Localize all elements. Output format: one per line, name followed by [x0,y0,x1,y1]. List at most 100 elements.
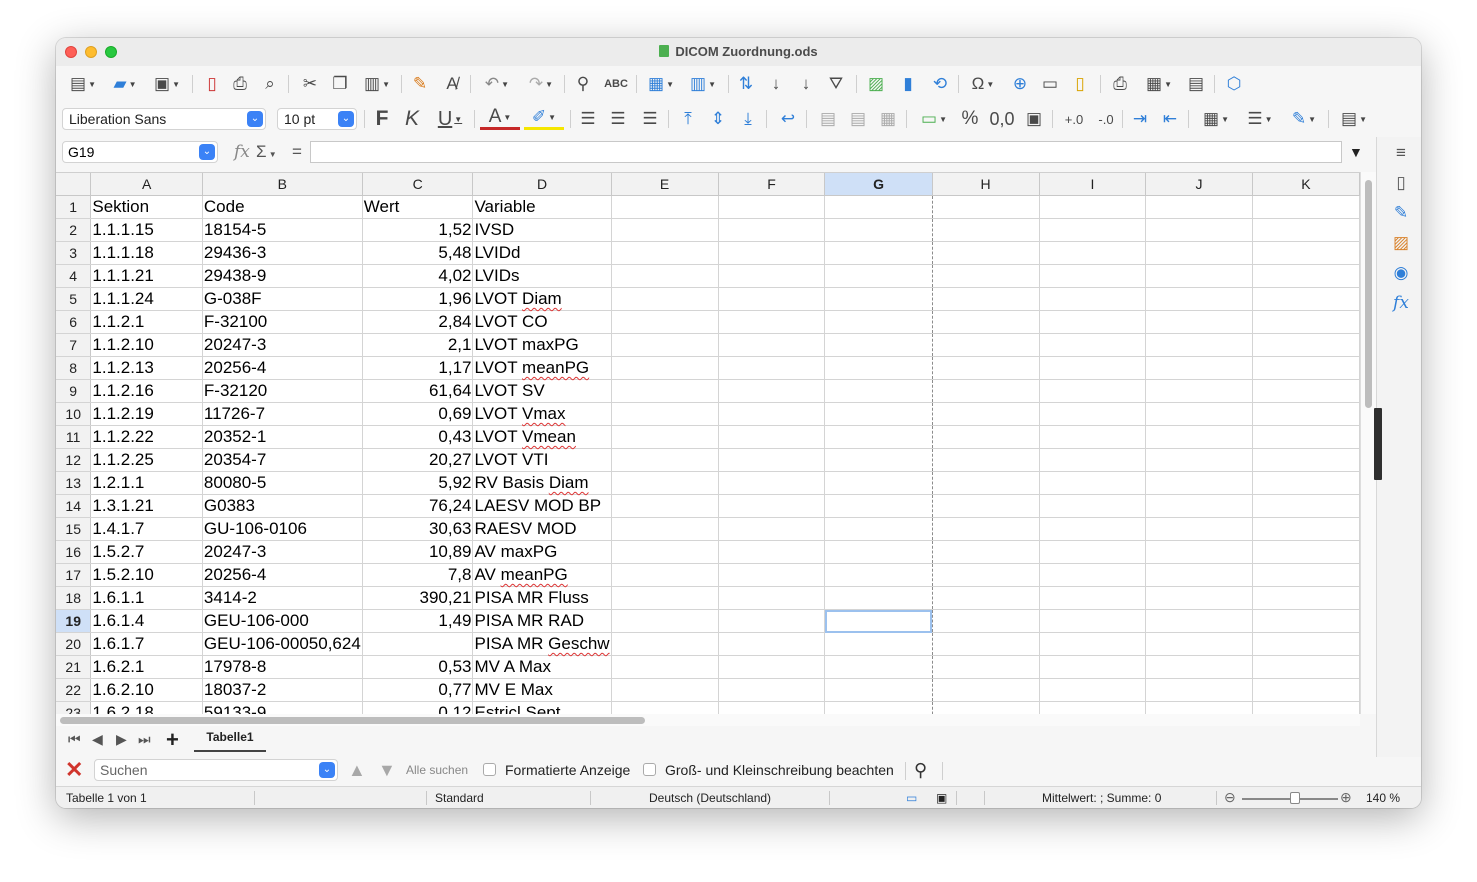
navigator-icon[interactable]: ◉ [1391,263,1411,283]
row-header[interactable]: 21 [56,655,92,679]
cell-a5[interactable]: 1.1.1.24 [90,287,203,311]
cell-c14[interactable]: 76,24 [362,494,474,518]
cell-k22[interactable] [1252,678,1360,702]
print-preview-button[interactable]: ⌕ [258,72,282,96]
cell-k15[interactable] [1252,517,1360,541]
cell-g14[interactable] [824,494,933,518]
cell-c13[interactable]: 5,92 [362,471,474,495]
cell-a16[interactable]: 1.5.2.7 [90,540,203,564]
new-document-button[interactable]: ▤ ▼ [64,72,102,96]
cell-c16[interactable]: 10,89 [362,540,474,564]
cell-f10[interactable] [718,402,826,426]
row-header[interactable]: 17 [56,563,92,587]
cell-k3[interactable] [1252,241,1360,265]
cell-f11[interactable] [718,425,826,449]
cell-e19[interactable] [611,609,719,633]
cell-i23[interactable] [1039,701,1147,715]
cell-i4[interactable] [1039,264,1147,288]
cell-f15[interactable] [718,517,826,541]
row-header[interactable]: 6 [56,310,92,334]
cell-k16[interactable] [1252,540,1360,564]
cell-d15[interactable]: RAESV MOD [472,517,612,541]
cell-h17[interactable] [932,563,1040,587]
cell-e5[interactable] [611,287,719,311]
cell-a3[interactable]: 1.1.1.18 [90,241,203,265]
cell-a2[interactable]: 1.1.1.15 [90,218,203,242]
scroll-thumb[interactable] [60,717,645,724]
unmerge-cells-button[interactable]: ▦ [876,107,900,131]
increase-indent-button[interactable]: ⇥ [1128,107,1152,131]
cell-e8[interactable] [611,356,719,380]
cell-h4[interactable] [932,264,1040,288]
align-right-button[interactable]: ☰ [638,107,662,131]
cell-b7[interactable]: 20247-3 [202,333,363,357]
cell-g21[interactable] [824,655,933,679]
cell-i21[interactable] [1039,655,1147,679]
cell-c8[interactable]: 1,17 [362,356,474,380]
cell-c6[interactable]: 2,84 [362,310,474,334]
column-header-f[interactable]: F [718,173,826,196]
cell-b19[interactable]: GEU-106-000 [202,609,363,633]
row-header[interactable]: 12 [56,448,92,472]
cell-j1[interactable] [1145,195,1253,219]
cell-f9[interactable] [718,379,826,403]
cell-b18[interactable]: 3414-2 [202,586,363,610]
cell-d23[interactable]: Estricl Sept [472,701,612,715]
row-header[interactable]: 19 [56,609,92,633]
cell-c7[interactable]: 2,1 [362,333,474,357]
cell-b21[interactable]: 17978-8 [202,655,363,679]
cell-j22[interactable] [1145,678,1253,702]
cell-h22[interactable] [932,678,1040,702]
sort-descending-button[interactable]: ↓ [794,72,818,96]
cell-a13[interactable]: 1.2.1.1 [90,471,203,495]
cell-e23[interactable] [611,701,719,715]
cell-h2[interactable] [932,218,1040,242]
cell-j9[interactable] [1145,379,1253,403]
cell-f7[interactable] [718,333,826,357]
cell-c17[interactable]: 7,8 [362,563,474,587]
cell-f21[interactable] [718,655,826,679]
cell-j2[interactable] [1145,218,1253,242]
hyperlink-button[interactable]: ⊕ [1008,72,1032,96]
cell-a21[interactable]: 1.6.2.1 [90,655,203,679]
cell-j11[interactable] [1145,425,1253,449]
cell-e10[interactable] [611,402,719,426]
cell-d2[interactable]: IVSD [472,218,612,242]
cell-j15[interactable] [1145,517,1253,541]
cell-b10[interactable]: 11726-7 [202,402,363,426]
cell-f16[interactable] [718,540,826,564]
cell-b16[interactable]: 20247-3 [202,540,363,564]
delete-decimal-button[interactable]: -.0 [1092,107,1120,131]
cell-i8[interactable] [1039,356,1147,380]
column-header-i[interactable]: I [1039,173,1147,196]
cell-d1[interactable]: Variable [472,195,612,219]
row-header[interactable]: 4 [56,264,92,288]
functions-icon[interactable]: fx [1391,293,1411,313]
underline-button[interactable]: U ▼ [430,107,470,131]
cell-g15[interactable] [824,517,933,541]
properties-icon[interactable]: ▯ [1391,173,1411,193]
cell-a18[interactable]: 1.6.1.1 [90,586,203,610]
row-header[interactable]: 7 [56,333,92,357]
cell-d8[interactable]: LVOT meanPG [472,356,612,380]
cell-d9[interactable]: LVOT SV [472,379,612,403]
cell-i11[interactable] [1039,425,1147,449]
column-header-j[interactable]: J [1145,173,1253,196]
cell-k8[interactable] [1252,356,1360,380]
cell-h1[interactable] [932,195,1040,219]
cell-e3[interactable] [611,241,719,265]
cell-b1[interactable]: Code [202,195,363,219]
center-vertically-button[interactable]: ⇕ [706,107,730,131]
cell-j23[interactable] [1145,701,1253,715]
gallery-icon[interactable]: ▨ [1391,233,1411,253]
styles-icon[interactable]: ✎ [1391,203,1411,223]
row-header[interactable]: 22 [56,678,92,702]
cell-a23[interactable]: 1.6.2.18 [90,701,203,715]
cell-i1[interactable] [1039,195,1147,219]
cell-j16[interactable] [1145,540,1253,564]
chevron-down-icon[interactable]: ⌄ [338,111,354,127]
cell-c5[interactable]: 1,96 [362,287,474,311]
cell-e20[interactable] [611,632,719,656]
cell-h13[interactable] [932,471,1040,495]
cell-h11[interactable] [932,425,1040,449]
